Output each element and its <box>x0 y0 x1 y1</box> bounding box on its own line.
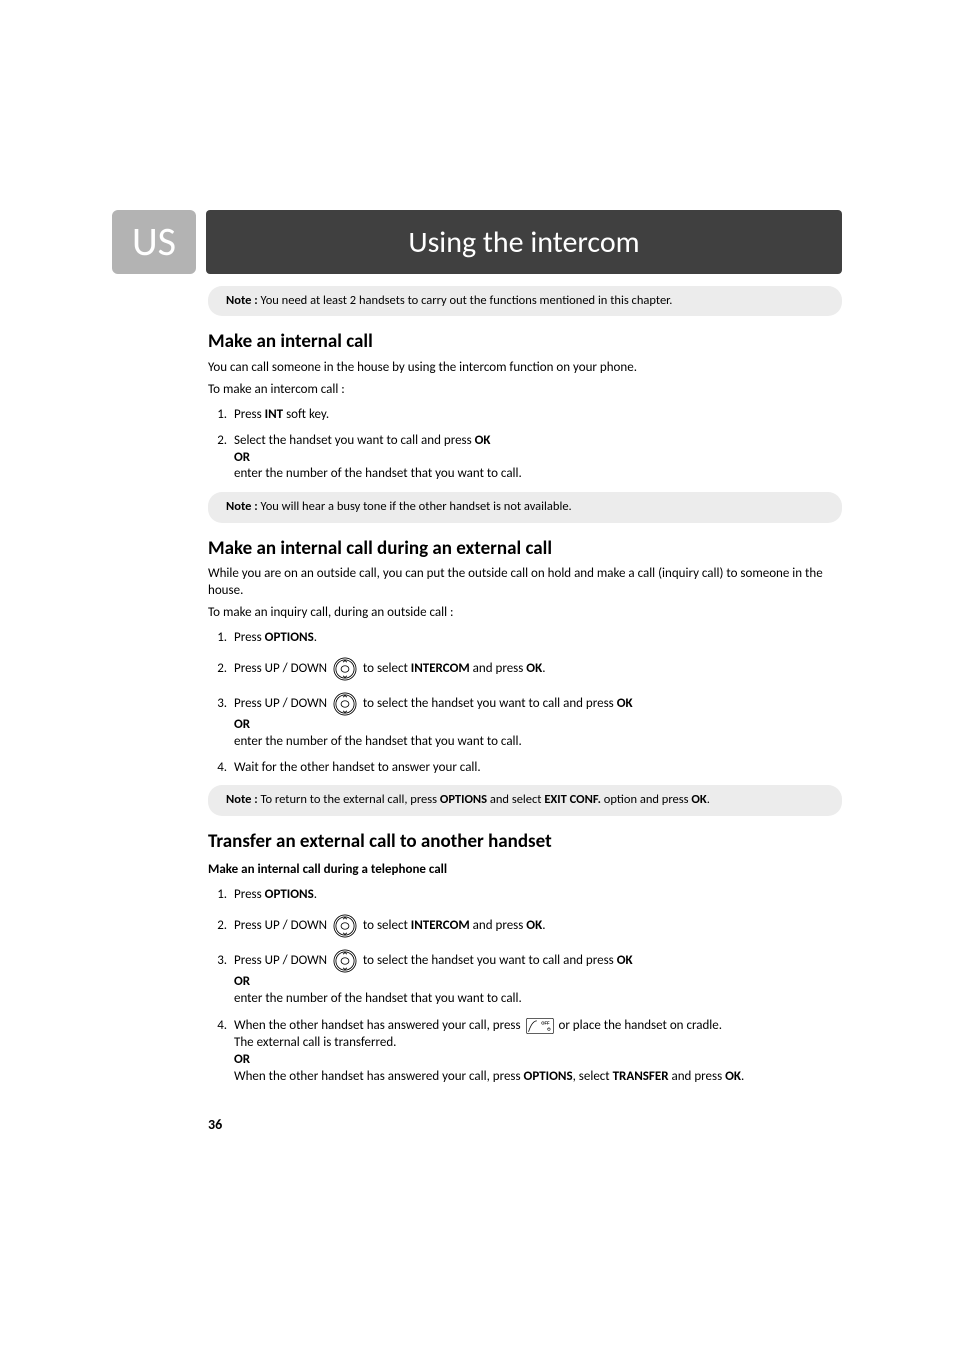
page-number: 36 <box>208 1116 842 1134</box>
note-intro: Note : You need at least 2 handsets to c… <box>208 286 842 316</box>
steps-list: Press INT soft key. Select the handset y… <box>208 407 842 484</box>
steps-list: Press OPTIONS. Press UP / DOWN to select… <box>208 887 842 1085</box>
steps-list: Press OPTIONS. Press UP / DOWN to select… <box>208 630 842 777</box>
nav-icon <box>332 656 358 682</box>
text: To make an intercom call : <box>208 382 842 399</box>
list-item: Press UP / DOWN to select INTERCOM and p… <box>230 656 842 682</box>
heading-internal-during-external: Make an internal call during an external… <box>208 537 842 562</box>
text: You can call someone in the house by usi… <box>208 360 842 377</box>
note-return: Note : To return to the external call, p… <box>208 785 842 815</box>
nav-icon <box>332 948 358 974</box>
language-tab: US <box>112 210 196 274</box>
list-item: Select the handset you want to call and … <box>230 433 842 484</box>
off-key-icon <box>526 1017 554 1035</box>
nav-icon <box>332 913 358 939</box>
list-item: Press OPTIONS. <box>230 630 842 647</box>
nav-icon <box>332 691 358 717</box>
list-item: Wait for the other handset to answer you… <box>230 760 842 777</box>
text: To make an inquiry call, during an outsi… <box>208 605 842 622</box>
list-item: Press UP / DOWN to select INTERCOM and p… <box>230 913 842 939</box>
chapter-title: Using the intercom <box>206 210 842 274</box>
heading-make-internal: Make an internal call <box>208 330 842 355</box>
list-item: Press OPTIONS. <box>230 887 842 904</box>
list-item: When the other handset has answered your… <box>230 1017 842 1086</box>
list-item: Press UP / DOWN to select the handset yo… <box>230 691 842 751</box>
note-busy: Note : You will hear a busy tone if the … <box>208 492 842 522</box>
page-header: US Using the intercom <box>112 210 842 274</box>
subheading: Make an internal call during a telephone… <box>208 862 842 879</box>
heading-transfer: Transfer an external call to another han… <box>208 830 842 855</box>
list-item: Press UP / DOWN to select the handset yo… <box>230 948 842 1008</box>
list-item: Press INT soft key. <box>230 407 842 424</box>
text: While you are on an outside call, you ca… <box>208 566 842 600</box>
